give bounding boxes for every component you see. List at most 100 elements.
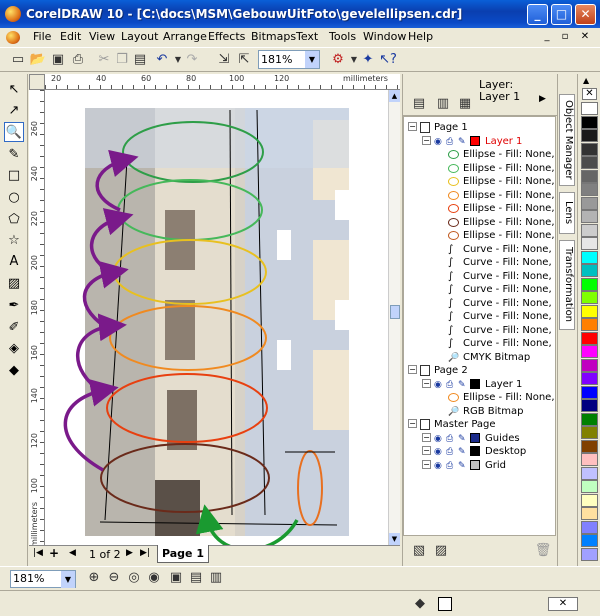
menu-help[interactable]: Help (408, 30, 433, 43)
menu-bitmaps[interactable]: Bitmaps (251, 30, 296, 43)
rectangle-tool-icon[interactable]: □ (4, 166, 24, 186)
palette-swatch[interactable] (581, 196, 598, 210)
palette-swatch[interactable] (581, 399, 598, 412)
ellipse-tool-icon[interactable]: ○ (4, 188, 24, 208)
palette-swatch[interactable] (581, 156, 598, 169)
close-button[interactable]: ✕ (575, 4, 596, 25)
collapse-icon[interactable]: − (422, 378, 431, 388)
scroll-up-icon[interactable]: ▲ (389, 90, 400, 102)
fill-tool-icon[interactable]: ◈ (4, 339, 24, 359)
drawing-canvas[interactable] (45, 90, 388, 545)
printer-icon[interactable]: ⎙ (446, 460, 456, 471)
polygon-tool-icon[interactable]: ⬠ (4, 210, 24, 230)
import-icon[interactable]: ⇲ (214, 50, 234, 70)
tab-page-1[interactable]: Page 1 (157, 545, 209, 563)
palette-swatch[interactable] (581, 102, 598, 115)
outline-tool-icon[interactable]: ✐ (4, 318, 24, 338)
palette-scroll-up-icon[interactable]: ▲ (583, 76, 589, 85)
text-tool-icon[interactable]: A (4, 252, 24, 272)
shape-tool-icon[interactable]: ↗ (4, 101, 24, 121)
zoom-page-width-icon[interactable]: ▤ (186, 568, 206, 588)
document-icon[interactable] (6, 31, 20, 44)
object-tree[interactable]: − Page 1− ◉ ⎙ ✎ Layer 1 Ellipse - Fill: None, … (403, 116, 556, 536)
vertical-scrollbar[interactable]: ▲ ▼ (388, 90, 400, 545)
chevron-down-icon[interactable]: ▼ (61, 571, 75, 588)
scroll-down-icon[interactable]: ▼ (389, 533, 400, 545)
new-layer-icon[interactable]: ▧ (409, 541, 429, 561)
freehand-tool-icon[interactable]: ✎ (4, 145, 24, 165)
delete-icon[interactable]: 🗑 (533, 541, 553, 561)
palette-swatch[interactable] (581, 331, 598, 345)
print-icon[interactable]: ⎙ (68, 50, 88, 70)
first-page-icon[interactable]: |◀ (33, 548, 43, 558)
menu-view[interactable]: View (89, 30, 115, 43)
pencil-icon[interactable]: ✎ (458, 460, 468, 471)
edit-across-layers-icon[interactable]: ▥ (433, 94, 453, 114)
menu-window[interactable]: Window (363, 30, 406, 43)
doc-restore-button[interactable]: ▫ (558, 31, 572, 44)
palette-swatch[interactable] (581, 453, 598, 466)
layer-color-swatch[interactable] (470, 446, 480, 456)
palette-swatch[interactable] (581, 520, 598, 534)
building-photo-bitmap[interactable] (85, 108, 349, 536)
next-page-icon[interactable]: ▶ (126, 548, 133, 558)
zoom-out-icon[interactable]: ⊖ (104, 568, 124, 588)
palette-swatch[interactable] (581, 183, 598, 196)
palette-swatch[interactable] (581, 223, 598, 237)
printer-icon[interactable]: ⎙ (446, 379, 456, 390)
layer-color-swatch[interactable] (470, 378, 480, 389)
palette-swatch[interactable] (581, 426, 598, 439)
collapse-icon[interactable]: − (422, 135, 431, 145)
export-icon[interactable]: ⇱ (234, 50, 254, 70)
new-master-layer-icon[interactable]: ▨ (431, 541, 451, 561)
collapse-icon[interactable]: − (408, 419, 417, 428)
basic-shapes-tool-icon[interactable]: ☆ (4, 231, 24, 251)
zoom-all-objects-icon[interactable]: ◉ (144, 568, 164, 588)
printer-icon[interactable]: ⎙ (446, 433, 456, 444)
eye-icon[interactable]: ◉ (434, 460, 444, 471)
last-page-icon[interactable]: ▶| (140, 548, 150, 558)
palette-swatch[interactable] (581, 439, 598, 453)
minimize-button[interactable]: _ (527, 4, 548, 25)
pencil-icon[interactable]: ✎ (458, 446, 468, 457)
doc-close-button[interactable]: ✕ (578, 31, 592, 44)
coreldraw-app-icon[interactable] (5, 6, 21, 22)
pencil-icon[interactable]: ✎ (458, 433, 468, 444)
palette-swatch[interactable] (581, 385, 598, 399)
add-page-icon[interactable]: + (49, 546, 59, 560)
chevron-down-icon[interactable]: ▼ (305, 51, 319, 68)
tab-lens[interactable]: Lens (559, 192, 575, 234)
drawing-area[interactable] (45, 90, 388, 545)
docker-menu-icon[interactable]: ▶ (539, 94, 546, 104)
pencil-icon[interactable]: ✎ (458, 379, 468, 390)
palette-swatch[interactable] (581, 534, 598, 547)
palette-swatch[interactable] (581, 304, 598, 318)
open-icon[interactable]: 📂 (28, 50, 48, 70)
eye-icon[interactable]: ◉ (434, 136, 444, 147)
horizontal-ruler[interactable]: 20 40 60 80 100 120 millimeters (45, 74, 400, 90)
printer-icon[interactable]: ⎙ (446, 136, 456, 147)
doc-minimize-button[interactable]: _ (540, 31, 554, 44)
collapse-icon[interactable]: − (408, 122, 417, 131)
palette-swatch[interactable] (581, 142, 598, 156)
zoom-in-icon[interactable]: ⊕ (84, 568, 104, 588)
palette-swatch[interactable] (581, 318, 598, 331)
fill-indicator-icon[interactable]: ◆ (410, 594, 430, 614)
palette-swatch[interactable] (581, 507, 598, 520)
redo-icon[interactable]: ↷ (182, 50, 202, 70)
outline-swatch[interactable]: ✕ (548, 597, 578, 611)
palette-swatch[interactable] (581, 210, 598, 223)
palette-swatch[interactable] (581, 480, 598, 493)
menu-file[interactable]: File (33, 30, 51, 43)
palette-swatch[interactable] (581, 264, 598, 277)
zoom-selected-icon[interactable]: ◎ (124, 568, 144, 588)
menu-layout[interactable]: Layout (121, 30, 158, 43)
palette-swatch[interactable] (581, 277, 598, 291)
collapse-icon[interactable]: − (422, 459, 431, 469)
eye-icon[interactable]: ◉ (434, 433, 444, 444)
layer-manager-view-icon[interactable]: ▦ (455, 94, 475, 114)
palette-swatch[interactable] (581, 237, 598, 250)
no-color-swatch[interactable]: ✕ (582, 88, 597, 100)
palette-swatch[interactable] (581, 547, 598, 561)
palette-swatch[interactable] (581, 412, 598, 426)
